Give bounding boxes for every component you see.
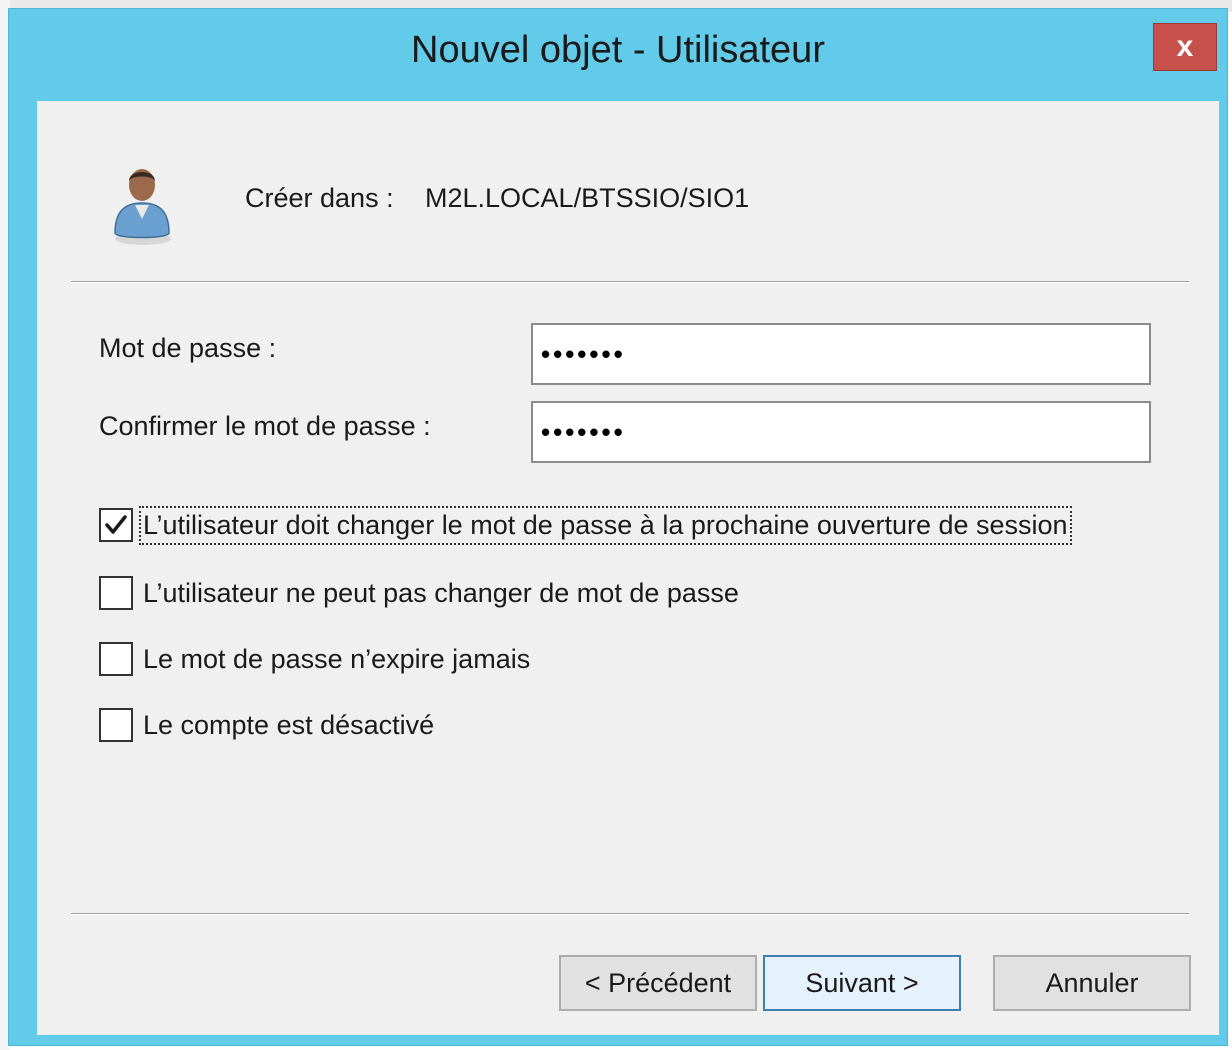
option-account-disabled[interactable]: Le compte est désactivé <box>99 705 436 745</box>
option-label-must-change-password: L’utilisateur doit changer le mot de pas… <box>139 505 1072 545</box>
checkbox-password-never-expires[interactable] <box>99 642 133 676</box>
option-must-change-password[interactable]: L’utilisateur doit changer le mot de pas… <box>99 505 1072 545</box>
separator-bottom <box>71 913 1189 915</box>
checkmark-icon <box>105 515 127 534</box>
close-icon: x <box>1176 30 1194 63</box>
checkbox-must-change-password[interactable] <box>99 508 133 542</box>
option-cannot-change-password[interactable]: L’utilisateur ne peut pas changer de mot… <box>99 573 741 613</box>
separator-top <box>71 281 1189 283</box>
user-icon <box>114 169 171 245</box>
close-button[interactable]: x <box>1153 23 1217 71</box>
previous-button[interactable]: < Précédent <box>559 955 757 1011</box>
create-in-label: Créer dans : <box>245 183 394 213</box>
title-bar[interactable]: Nouvel objet - Utilisateur x <box>9 9 1227 95</box>
cancel-button[interactable]: Annuler <box>993 955 1191 1011</box>
option-password-never-expires[interactable]: Le mot de passe n’expire jamais <box>99 639 532 679</box>
option-label-account-disabled: Le compte est désactivé <box>143 709 435 740</box>
create-in-path: M2L.LOCAL/BTSSIO/SIO1 <box>425 183 750 213</box>
password-field[interactable]: ••••••• <box>531 323 1151 385</box>
confirm-password-field[interactable]: ••••••• <box>531 401 1151 463</box>
checkbox-account-disabled[interactable] <box>99 708 133 742</box>
dialog-content: Créer dans : M2L.LOCAL/BTSSIO/SIO1 Mot d… <box>37 101 1219 1035</box>
window-title: Nouvel objet - Utilisateur <box>411 29 825 71</box>
checkbox-cannot-change-password[interactable] <box>99 576 133 610</box>
dialog-window: Nouvel objet - Utilisateur x Créer dans … <box>8 8 1228 1046</box>
option-label-password-never-expires: Le mot de passe n’expire jamais <box>143 643 531 674</box>
option-label-cannot-change-password: L’utilisateur ne peut pas changer de mot… <box>143 577 739 608</box>
next-button[interactable]: Suivant > <box>763 955 961 1011</box>
confirm-password-label: Confirmer le mot de passe : <box>99 411 431 441</box>
password-label: Mot de passe : <box>99 333 277 363</box>
